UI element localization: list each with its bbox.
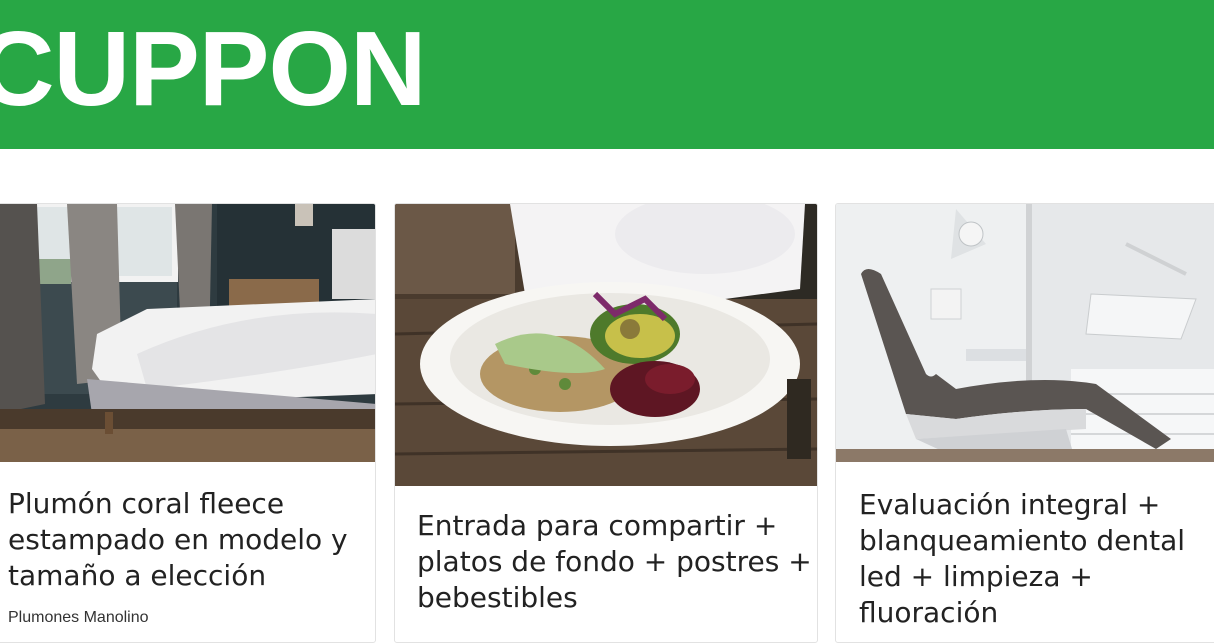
deal-card[interactable]: Evaluación integral + blanqueamiento den… (835, 203, 1214, 643)
dental-chair-photo[interactable] (836, 204, 1214, 462)
deal-card[interactable]: Plumón coral fleece estampado en modelo … (0, 203, 376, 643)
deal-title[interactable]: Evaluación integral + blanqueamiento den… (859, 487, 1214, 631)
deal-title[interactable]: Entrada para compartir + platos de fondo… (417, 508, 817, 616)
food-bowl-photo[interactable] (395, 204, 817, 486)
bedroom-photo[interactable] (0, 204, 375, 462)
site-header: CUPPON (0, 0, 1214, 149)
deal-card[interactable]: Entrada para compartir + platos de fondo… (394, 203, 818, 643)
deal-merchant: Plumones Manolino (8, 609, 149, 626)
site-logo[interactable]: CUPPON (0, 14, 427, 124)
deal-title[interactable]: Plumón coral fleece estampado en modelo … (8, 486, 368, 594)
